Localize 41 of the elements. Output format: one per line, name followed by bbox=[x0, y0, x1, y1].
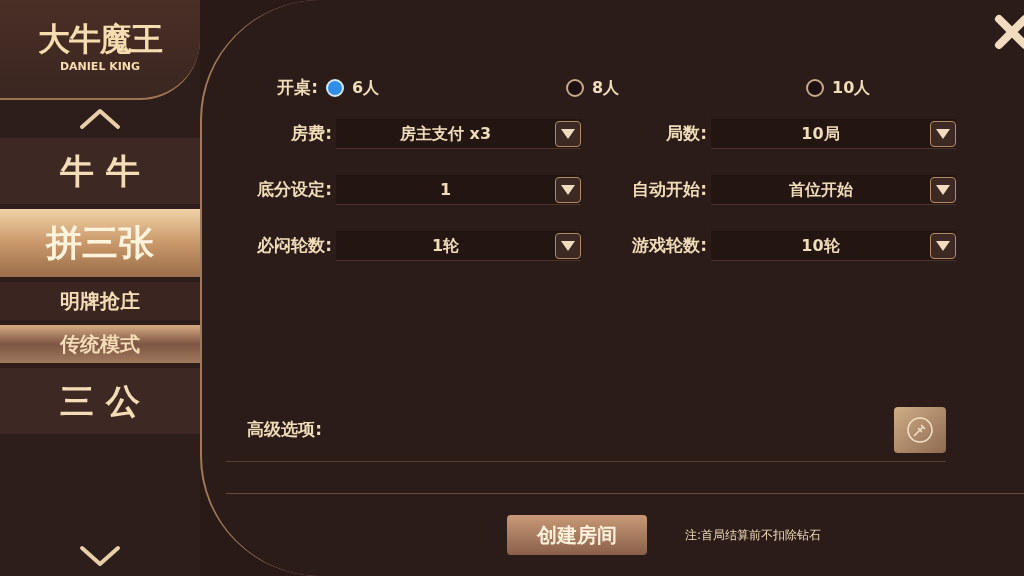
dropdown-field[interactable]: 1 bbox=[336, 175, 581, 205]
dropdown-value: 1轮 bbox=[430, 234, 461, 257]
radio-button[interactable] bbox=[806, 79, 824, 97]
note-text: 注:首局结算前不扣除钻石 bbox=[685, 527, 823, 544]
mode-tab[interactable]: 明牌抢庄 bbox=[0, 282, 200, 320]
radio-option[interactable]: 10人 bbox=[806, 76, 1024, 100]
dropdown-value: 10局 bbox=[800, 122, 841, 145]
game-tab[interactable]: 三 公 bbox=[0, 368, 200, 434]
option-label: 游戏轮数: bbox=[631, 234, 708, 258]
radio-label: 6人 bbox=[352, 77, 380, 99]
dropdown-field[interactable]: 首位开始 bbox=[711, 175, 956, 205]
option-label: 局数: bbox=[665, 122, 708, 146]
dropdown-field[interactable]: 10局 bbox=[711, 119, 956, 149]
option-label: 开桌: bbox=[276, 76, 319, 100]
dropdown-value: 首位开始 bbox=[787, 178, 854, 201]
radio-button[interactable] bbox=[566, 79, 584, 97]
dropdown-field[interactable]: 10轮 bbox=[711, 231, 956, 261]
dropdown-value: 房主支付 x3 bbox=[399, 122, 492, 145]
dropdown-field[interactable]: 1轮 bbox=[336, 231, 581, 261]
radio-label: 8人 bbox=[592, 77, 620, 99]
close-button[interactable] bbox=[992, 12, 1024, 52]
scroll-up-icon[interactable] bbox=[78, 107, 122, 131]
logo-subtitle: DANIEL KING bbox=[59, 58, 141, 75]
close-icon bbox=[993, 13, 1024, 51]
option-label: 底分设定: bbox=[256, 178, 333, 202]
dropdown-field[interactable]: 房主支付 x3 bbox=[336, 119, 581, 149]
radio-label: 10人 bbox=[832, 77, 871, 99]
scroll-down-icon[interactable] bbox=[78, 544, 122, 568]
option-label: 自动开始: bbox=[631, 178, 708, 202]
option-label: 房费: bbox=[290, 122, 333, 146]
radio-option[interactable]: 6人 bbox=[326, 76, 566, 100]
logo-title: 大牛魔王 bbox=[37, 22, 163, 55]
dropdown-value: 1 bbox=[438, 178, 453, 201]
pin-icon bbox=[906, 415, 934, 444]
game-tab[interactable]: 牛 牛 bbox=[0, 138, 200, 204]
radio-option[interactable]: 8人 bbox=[566, 76, 806, 100]
option-label: 高级选项: bbox=[246, 417, 323, 441]
mode-tab[interactable]: 传统模式 bbox=[0, 325, 200, 363]
option-label: 必闷轮数: bbox=[256, 234, 333, 258]
dropdown-value: 10轮 bbox=[800, 234, 841, 257]
pin-button[interactable] bbox=[894, 406, 946, 453]
